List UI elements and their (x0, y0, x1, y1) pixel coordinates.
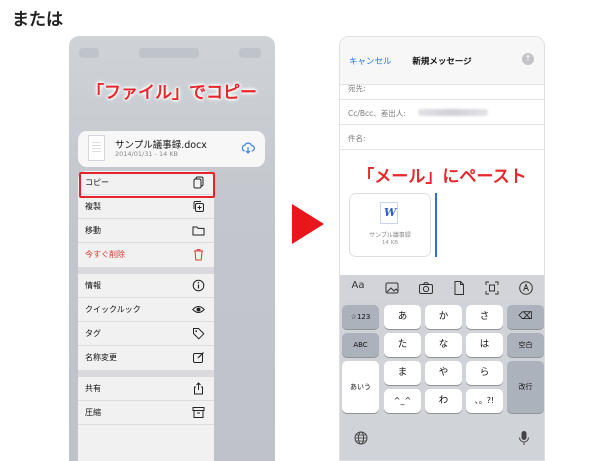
arrow-right-icon (292, 204, 324, 244)
menu-label: 複製 (85, 202, 101, 211)
menu-label: 名称変更 (85, 353, 117, 362)
compose-title: 新規メッセージ (412, 57, 472, 67)
key-ma[interactable]: ま (384, 361, 421, 385)
key-sa[interactable]: さ (466, 305, 503, 329)
menu-label: 今すぐ削除 (85, 250, 125, 259)
files-app-screen: 「ファイル」でコピー サンプル議事録.docx 2014/01/31 - 14 … (69, 36, 275, 461)
to-label: 宛先: (348, 84, 366, 93)
file-preview-card: サンプル議事録.docx 2014/01/31 - 14 KB (78, 131, 265, 167)
subject-label: 件名: (348, 134, 366, 143)
photo-library-icon[interactable] (384, 280, 400, 296)
pencil-square-icon (193, 352, 204, 363)
menu-separator (78, 370, 214, 377)
blurred-back-button (79, 48, 99, 58)
key-delete[interactable]: ⌫ (507, 305, 544, 329)
subject-field[interactable]: 件名: (340, 125, 544, 150)
attachment-tile[interactable]: W サンプル議事録 14 KB (349, 193, 431, 257)
key-ha[interactable]: は (466, 333, 503, 357)
file-meta: 2014/01/31 - 14 KB (115, 150, 179, 158)
menu-item-rename[interactable]: 名称変更 (78, 346, 214, 370)
eye-icon (192, 306, 205, 313)
key-a[interactable]: あ (384, 305, 421, 329)
file-name: サンプル議事録.docx (115, 140, 207, 151)
menu-label: 情報 (85, 281, 101, 290)
menu-item-delete[interactable]: 今すぐ削除 (78, 243, 214, 267)
menu-item-duplicate[interactable]: 複製 (78, 195, 214, 219)
key-ka[interactable]: か (425, 305, 462, 329)
key-ra[interactable]: ら (466, 361, 503, 385)
folder-icon (192, 226, 205, 236)
menu-label: クイックルック (85, 305, 141, 314)
microphone-icon[interactable] (518, 430, 530, 446)
tag-icon (193, 328, 205, 340)
blurred-select-button (239, 48, 261, 58)
copy-highlight-box (79, 172, 215, 198)
menu-label: 共有 (85, 384, 101, 393)
trash-icon (194, 249, 203, 261)
duplicate-icon (193, 201, 204, 212)
key-space[interactable]: 空白 (507, 333, 544, 357)
japanese-keyboard: ☆123 あ か さ ⌫ ABC た な は 空白 あいう ま や ら 改行 ^… (340, 301, 544, 460)
format-toolbar: Aa (340, 275, 544, 301)
key-na[interactable]: な (425, 333, 462, 357)
key-wa[interactable]: わ (425, 389, 462, 413)
menu-label: タグ (85, 329, 101, 338)
key-ya[interactable]: や (425, 361, 462, 385)
cc-label: Cc/Bcc、差出人: (348, 109, 406, 118)
format-text-button[interactable]: Aa (350, 280, 366, 296)
redacted-sender (418, 109, 488, 116)
menu-label: 移動 (85, 226, 101, 235)
menu-item-quicklook[interactable]: クイックルック (78, 298, 214, 322)
key-abc[interactable]: ABC (342, 333, 379, 357)
blurred-title (139, 48, 199, 58)
cc-bcc-field[interactable]: Cc/Bcc、差出人: (340, 100, 544, 125)
menu-item-compress[interactable]: 圧縮 (78, 401, 214, 425)
page-heading: または (12, 10, 63, 30)
info-icon (192, 279, 205, 292)
mail-compose-screen: キャンセル 新規メッセージ ↑ 宛先: Cc/Bcc、差出人: 件名: 「メール… (339, 36, 545, 461)
context-menu: コピー 複製 移動 今すぐ削除 情報 クイックルック タグ 名称変更 共有 圧縮 (78, 171, 214, 461)
menu-label: 圧縮 (85, 408, 101, 417)
paste-callout: 「メール」にペースト (357, 167, 527, 187)
to-field[interactable]: 宛先: (340, 75, 544, 100)
key-punctuation[interactable]: 、。?! (466, 389, 503, 413)
menu-item-move[interactable]: 移動 (78, 219, 214, 243)
globe-icon[interactable] (354, 431, 368, 445)
text-cursor (435, 193, 437, 257)
key-aiu[interactable]: あいう (342, 361, 379, 413)
key-ta[interactable]: た (384, 333, 421, 357)
copy-callout: 「ファイル」でコピー (87, 83, 257, 103)
word-document-icon: W (380, 202, 398, 224)
document-icon[interactable] (451, 280, 467, 296)
send-arrow-icon[interactable]: ↑ (522, 53, 534, 65)
menu-item-partial (78, 425, 214, 445)
camera-icon[interactable] (418, 280, 434, 296)
document-thumbnail-icon (88, 135, 105, 161)
menu-item-share[interactable]: 共有 (78, 377, 214, 401)
key-numbers[interactable]: ☆123 (342, 305, 379, 329)
key-return[interactable]: 改行 (507, 361, 544, 413)
attachment-size: 14 KB (381, 240, 399, 246)
menu-item-info[interactable]: 情報 (78, 274, 214, 298)
markup-pen-icon[interactable] (518, 280, 534, 296)
archive-box-icon (192, 407, 205, 418)
key-emoticon[interactable]: ^_^ (384, 389, 421, 413)
menu-separator (78, 267, 214, 274)
share-icon (194, 382, 203, 395)
attachment-name: サンプル議事録 (369, 232, 411, 239)
cloud-download-icon[interactable] (241, 142, 255, 154)
scan-document-icon[interactable] (484, 280, 500, 296)
menu-item-tags[interactable]: タグ (78, 322, 214, 346)
